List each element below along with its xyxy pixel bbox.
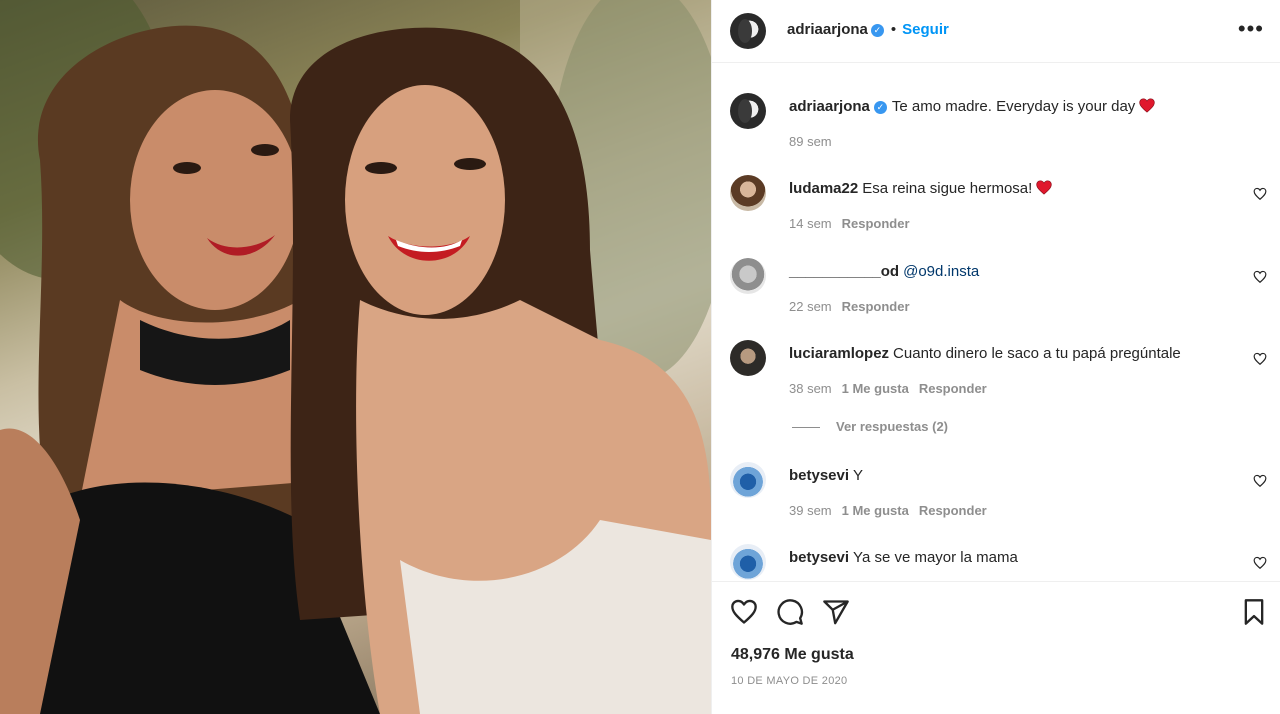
comment-meta: 22 sem Responder xyxy=(789,299,920,314)
comment-avatar[interactable] xyxy=(730,258,766,294)
like-heart-icon[interactable] xyxy=(730,598,758,626)
comment-username[interactable]: ___________od xyxy=(789,263,899,280)
comment-like-heart-icon[interactable] xyxy=(1253,352,1267,366)
caption-username[interactable]: adriaarjona xyxy=(789,98,870,115)
comment-meta: 39 sem 1 Me gusta Responder xyxy=(789,503,997,518)
comment-avatar[interactable] xyxy=(730,175,766,211)
comment-time[interactable]: 22 sem xyxy=(789,299,832,314)
comment-like-heart-icon[interactable] xyxy=(1253,270,1267,284)
reply-button[interactable]: Responder xyxy=(919,503,987,518)
comment-time[interactable]: 38 sem xyxy=(789,381,832,396)
save-bookmark-icon[interactable] xyxy=(1240,598,1268,626)
comment-meta: 38 sem 1 Me gusta Responder xyxy=(789,381,997,396)
caption-time[interactable]: 89 sem xyxy=(789,134,832,149)
verified-badge-icon: ✓ xyxy=(873,101,887,114)
caption-text-line: adriaarjona ✓ Te amo madre. Everyday is yo… xyxy=(789,97,1229,117)
view-replies-button[interactable]: Ver respuestas (2) xyxy=(792,419,948,434)
comment-mention-link[interactable]: @o9d.insta xyxy=(903,263,979,280)
comment-text: Esa reina sigue hermosa! xyxy=(862,180,1033,197)
comment-username[interactable]: betysevi xyxy=(789,467,849,484)
comment-username[interactable]: betysevi xyxy=(789,549,849,566)
comment-item: luciaramlopez Cuanto dinero le saco a tu … xyxy=(730,340,1267,400)
caption-text: Te amo madre. Everyday is your day xyxy=(891,98,1136,115)
red-heart-emoji-icon xyxy=(1139,98,1155,113)
verified-badge-icon: ✓ xyxy=(870,24,884,37)
owner-line: adriaarjona ✓ • Seguir xyxy=(787,21,949,39)
comment-text-line: ludama22 Esa reina sigue hermosa! xyxy=(789,179,1229,199)
view-replies-label: Ver respuestas (2) xyxy=(836,419,949,434)
reply-button[interactable]: Responder xyxy=(842,299,910,314)
comment-item: ___________od @o9d.insta 22 sem Responder xyxy=(730,258,1267,318)
comments-list[interactable]: adriaarjona ✓ Te amo madre. Everyday is yo… xyxy=(712,63,1280,581)
post-side-panel: adriaarjona ✓ • Seguir ••• adriaarjona ✓ Te a… xyxy=(711,0,1280,714)
post-date[interactable]: 10 DE MAYO DE 2020 xyxy=(731,675,847,687)
comment-text-line: betysevi Ya se ve mayor la mama xyxy=(789,548,1229,568)
reply-button[interactable]: Responder xyxy=(919,381,987,396)
photo-illustration xyxy=(0,0,711,714)
follow-button[interactable]: Seguir xyxy=(902,21,949,38)
comment-time[interactable]: 39 sem xyxy=(789,503,832,518)
comment-username[interactable]: luciaramlopez xyxy=(789,345,889,362)
comment-likes-count[interactable]: 1 Me gusta xyxy=(842,503,909,518)
comment-like-heart-icon[interactable] xyxy=(1253,474,1267,488)
comment-item: betysevi Ya se ve mayor la mama xyxy=(730,544,1267,581)
comment-avatar[interactable] xyxy=(730,462,766,498)
caption: adriaarjona ✓ Te amo madre. Everyday is yo… xyxy=(730,93,1266,153)
red-heart-emoji-icon xyxy=(1036,180,1052,195)
post-photo[interactable] xyxy=(0,0,711,714)
comment-text-line: ___________od @o9d.insta xyxy=(789,262,1229,282)
comment-text: Ya se ve mayor la mama xyxy=(853,549,1018,566)
comment-meta: 14 sem Responder xyxy=(789,216,920,231)
post-actions: 48,976 Me gusta 10 DE MAYO DE 2020 xyxy=(712,581,1280,714)
caption-meta: 89 sem xyxy=(789,134,842,149)
comment-item: betysevi Y 39 sem 1 Me gusta Responder xyxy=(730,462,1267,522)
comment-bubble-icon[interactable] xyxy=(776,598,804,626)
comment-text-line: luciaramlopez Cuanto dinero le saco a tu … xyxy=(789,344,1229,364)
comment-like-heart-icon[interactable] xyxy=(1253,556,1267,570)
owner-username[interactable]: adriaarjona xyxy=(787,21,868,38)
comment-username[interactable]: ludama22 xyxy=(789,180,858,197)
reply-button[interactable]: Responder xyxy=(842,216,910,231)
share-paper-plane-icon[interactable] xyxy=(822,598,850,626)
owner-avatar[interactable] xyxy=(730,13,766,49)
view-replies-line xyxy=(792,427,820,429)
comment-like-heart-icon[interactable] xyxy=(1253,187,1267,201)
comment-item: ludama22 Esa reina sigue hermosa! 14 sem R… xyxy=(730,175,1267,235)
comment-likes-count[interactable]: 1 Me gusta xyxy=(842,381,909,396)
more-options-icon[interactable]: ••• xyxy=(1238,18,1264,40)
separator-dot: • xyxy=(890,21,897,38)
comment-avatar[interactable] xyxy=(730,544,766,580)
comment-text: Cuanto dinero le saco a tu papá pregúnta… xyxy=(893,345,1181,362)
caption-avatar[interactable] xyxy=(730,93,766,129)
post-header: adriaarjona ✓ • Seguir ••• xyxy=(712,0,1280,63)
comment-time[interactable]: 14 sem xyxy=(789,216,832,231)
comment-avatar[interactable] xyxy=(730,340,766,376)
comment-text-line: betysevi Y xyxy=(789,466,1229,486)
likes-count[interactable]: 48,976 Me gusta xyxy=(731,646,854,664)
comment-text: Y xyxy=(853,467,864,484)
